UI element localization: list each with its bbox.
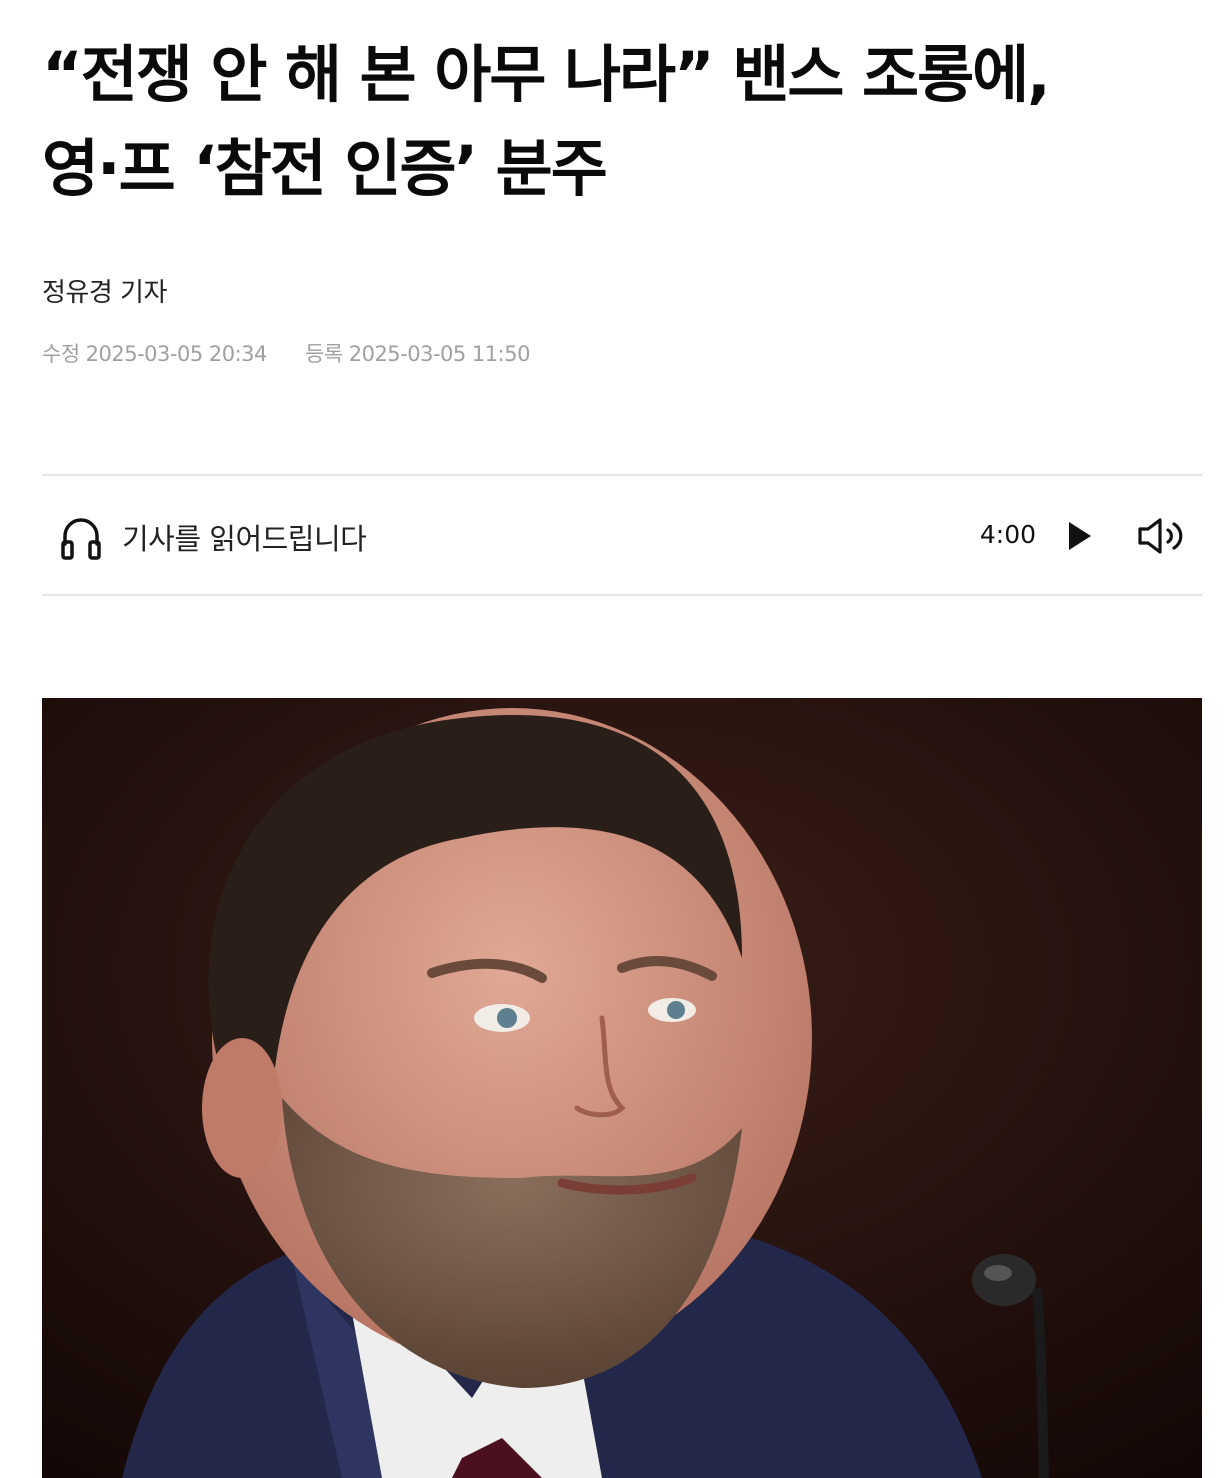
article-photo xyxy=(42,698,1202,1478)
headline-line-1: “전쟁 안 해 본 아무 나라” 밴스 조롱에, xyxy=(42,38,1051,111)
volume-icon[interactable] xyxy=(1136,516,1188,556)
headphone-icon xyxy=(60,514,102,560)
modified-label: 수정 xyxy=(42,342,80,366)
tts-label: 기사를 읽어드립니다 xyxy=(122,522,367,556)
registered-label: 등록 xyxy=(305,342,343,366)
article-headline: “전쟁 안 해 본 아무 나라” 밴스 조롱에, 영·프 ‘참전 인증’ 분주 xyxy=(42,0,1202,216)
article-dates: 수정 2025-03-05 20:34 등록 2025-03-05 11:50 xyxy=(42,338,562,368)
play-icon[interactable] xyxy=(1066,520,1094,552)
article-page: “전쟁 안 해 본 아무 나라” 밴스 조롱에, 영·프 ‘참전 인증’ 분주 … xyxy=(42,0,1202,1478)
registered-date-group: 등록 2025-03-05 11:50 xyxy=(305,338,530,368)
headline-line-2: 영·프 ‘참전 인증’ 분주 xyxy=(42,132,608,205)
registered-date: 2025-03-05 11:50 xyxy=(348,342,531,366)
author-byline[interactable]: 정유경 기자 xyxy=(42,272,167,309)
tts-player-bar: 기사를 읽어드립니다 4:00 xyxy=(42,474,1202,596)
modified-date-group: 수정 2025-03-05 20:34 xyxy=(42,338,267,368)
modified-date: 2025-03-05 20:34 xyxy=(85,342,268,366)
tts-duration: 4:00 xyxy=(979,520,1036,549)
